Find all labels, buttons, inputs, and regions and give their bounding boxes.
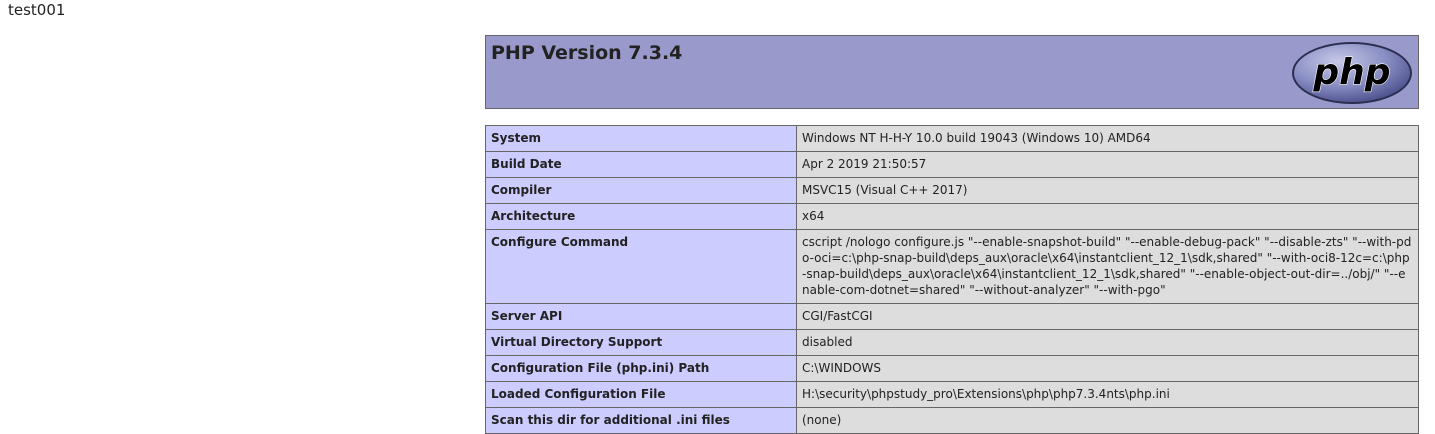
row-value: Apr 2 2019 21:50:57 — [796, 151, 1419, 178]
row-label: Loaded Configuration File — [485, 381, 797, 408]
row-label: Build Date — [485, 151, 797, 178]
table-row: Loaded Configuration File H:\security\php… — [485, 381, 1419, 408]
table-row: Architecture x64 — [485, 203, 1419, 230]
version-header: PHP Version 7.3.4 php — [485, 35, 1419, 109]
info-table: System Windows NT H-H-Y 10.0 build 19043 … — [485, 125, 1419, 434]
page-title: PHP Version 7.3.4 — [491, 42, 683, 64]
table-row: Configuration File (php.ini) Path C:\WIND… — [485, 355, 1419, 382]
row-value: C:\WINDOWS — [796, 355, 1419, 382]
row-value: x64 — [796, 203, 1419, 230]
row-label: Virtual Directory Support — [485, 329, 797, 356]
table-row: Virtual Directory Support disabled — [485, 329, 1419, 356]
row-label: Configuration File (php.ini) Path — [485, 355, 797, 382]
row-label: Architecture — [485, 203, 797, 230]
php-logo-text: php — [1312, 52, 1390, 93]
row-label: Compiler — [485, 177, 797, 204]
row-label: Server API — [485, 303, 797, 330]
table-row: Compiler MSVC15 (Visual C++ 2017) — [485, 177, 1419, 204]
row-value: H:\security\phpstudy_pro\Extensions\php\… — [796, 381, 1419, 408]
row-value: cscript /nologo configure.js "--enable-s… — [796, 229, 1419, 304]
table-row: System Windows NT H-H-Y 10.0 build 19043 … — [485, 125, 1419, 152]
row-label: Configure Command — [485, 229, 797, 304]
row-value: (none) — [796, 407, 1419, 434]
row-label: System — [485, 125, 797, 152]
row-value: CGI/FastCGI — [796, 303, 1419, 330]
table-row: Server API CGI/FastCGI — [485, 303, 1419, 330]
table-row: Scan this dir for additional .ini files(… — [485, 407, 1419, 434]
row-value: disabled — [796, 329, 1419, 356]
page-top-text: test001 — [8, 1, 66, 19]
row-label: Scan this dir for additional .ini files — [485, 407, 797, 434]
row-value: Windows NT H-H-Y 10.0 build 19043 (Windo… — [796, 125, 1419, 152]
php-logo[interactable]: php — [1290, 40, 1414, 106]
row-value: MSVC15 (Visual C++ 2017) — [796, 177, 1419, 204]
phpinfo-container: PHP Version 7.3.4 php System Windows NT H… — [485, 35, 1419, 434]
table-row: Build Date Apr 2 2019 21:50:57 — [485, 151, 1419, 178]
table-row: Configure Command cscript /nologo configu… — [485, 229, 1419, 304]
